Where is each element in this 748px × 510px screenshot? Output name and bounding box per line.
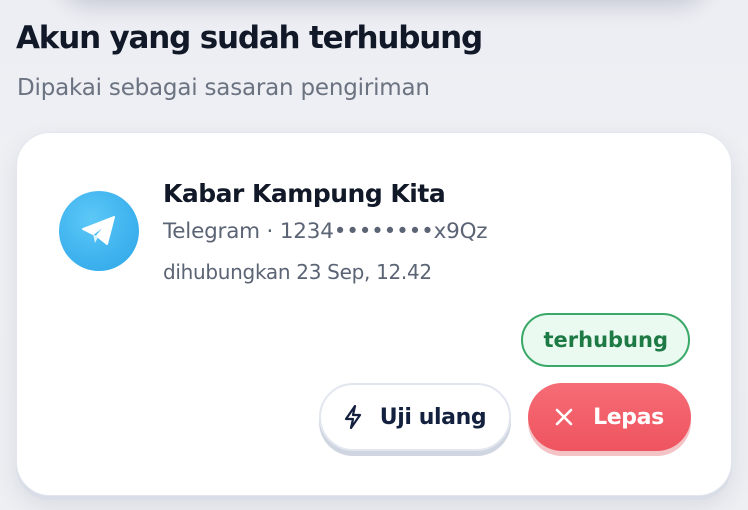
remove-button[interactable]: Lepas	[528, 383, 691, 451]
status-badge: terhubung	[521, 313, 690, 367]
close-x-icon	[555, 408, 573, 426]
lightning-bolt-icon	[344, 405, 362, 429]
account-meta: Telegram · 1234••••••••x9Qz	[163, 219, 488, 244]
section-subtitle: Dipakai sebagai sasaran pengiriman	[17, 75, 430, 101]
retry-button-label: Uji ulang	[379, 404, 487, 430]
retry-button[interactable]: Uji ulang	[319, 383, 511, 451]
connected-account-card: Kabar Kampung Kita Telegram · 1234••••••…	[16, 132, 732, 496]
telegram-paper-plane-icon	[82, 216, 115, 245]
remove-button-label: Lepas	[593, 404, 664, 430]
telegram-avatar	[59, 191, 139, 271]
account-name: Kabar Kampung Kita	[163, 179, 446, 208]
section-title: Akun yang sudah terhubung	[16, 20, 483, 56]
connected-timestamp: dihubungkan 23 Sep, 12.42	[163, 260, 432, 284]
